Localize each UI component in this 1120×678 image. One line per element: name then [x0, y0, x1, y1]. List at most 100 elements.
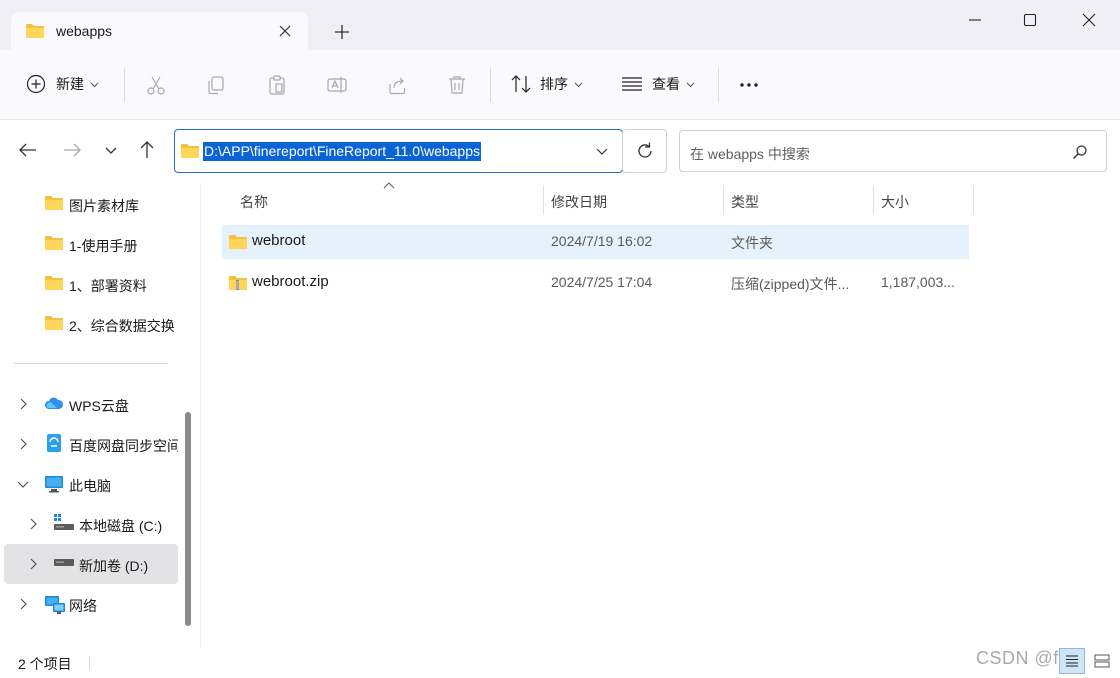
tab-webapps[interactable]: webapps	[11, 12, 308, 50]
chevron-right-icon[interactable]	[19, 438, 27, 450]
close-tab-icon[interactable]	[276, 22, 294, 40]
nav-item-label: 百度网盘同步空间	[69, 438, 178, 454]
close-icon	[1082, 13, 1096, 27]
address-path[interactable]: D:\APP\finereport\FineReport_11.0\webapp…	[203, 142, 482, 161]
network-icon	[45, 596, 65, 614]
column-header-name[interactable]: 名称	[222, 185, 543, 215]
recent-locations-icon[interactable]	[99, 138, 123, 162]
chevron-right-icon[interactable]	[19, 598, 27, 610]
file-name: webroot.zip	[252, 273, 329, 290]
chevron-right-icon[interactable]	[29, 558, 37, 570]
forward-icon[interactable]	[60, 138, 84, 162]
maximize-button[interactable]	[1001, 0, 1059, 40]
minimize-icon	[969, 19, 981, 21]
up-icon[interactable]	[135, 138, 159, 162]
folder-icon	[26, 24, 44, 38]
close-window-button[interactable]	[1060, 0, 1118, 40]
chevron-down-icon	[90, 82, 99, 87]
column-header-label: 类型	[731, 194, 759, 210]
column-header-type[interactable]: 类型	[724, 185, 873, 215]
refresh-button[interactable]	[622, 129, 667, 173]
new-button[interactable]: 新建	[26, 66, 99, 102]
chevron-down-icon[interactable]	[596, 146, 608, 156]
command-bar: 新建 排序 查看	[0, 50, 1120, 120]
paste-icon[interactable]	[266, 74, 288, 96]
column-header-date[interactable]: 修改日期	[544, 185, 723, 215]
new-tab-icon[interactable]	[330, 20, 354, 44]
nav-item-label: 此电脑	[69, 478, 111, 494]
zip-folder-icon	[229, 276, 247, 290]
sort-label: 排序	[540, 76, 568, 92]
view-button[interactable]: 查看	[621, 66, 695, 102]
system-drive-icon	[54, 514, 74, 530]
tab-title: webapps	[56, 23, 113, 39]
column-divider[interactable]	[973, 185, 974, 215]
nav-item-network[interactable]: 网络	[0, 584, 180, 624]
nav-item-baidu-netdisk[interactable]: 百度网盘同步空间	[0, 424, 180, 464]
nav-item-quick-access[interactable]: 1-使用手册	[0, 224, 180, 264]
delete-icon[interactable]	[446, 74, 468, 96]
search-icon[interactable]	[1072, 144, 1088, 160]
navigation-pane: 图片素材库 1-使用手册 1、部署资料 2、综合数据交换 WPS云盘 百度网盘同…	[0, 183, 200, 648]
baidu-netdisk-icon	[47, 434, 61, 452]
toolbar-divider	[490, 68, 491, 102]
cut-icon[interactable]	[145, 74, 167, 96]
nav-item-label: 新加卷 (D:)	[79, 558, 149, 574]
address-bar[interactable]: D:\APP\finereport\FineReport_11.0\webapp…	[174, 129, 623, 173]
sort-icon	[511, 75, 531, 93]
folder-icon	[181, 144, 199, 158]
nav-item-label: 本地磁盘 (C:)	[79, 518, 163, 534]
nav-item-label: 图片素材库	[69, 198, 139, 214]
nav-item-drive-c[interactable]: 本地磁盘 (C:)	[0, 504, 180, 544]
folder-icon	[45, 236, 63, 250]
rename-icon[interactable]	[326, 74, 348, 96]
copy-icon[interactable]	[205, 74, 227, 96]
refresh-icon	[638, 142, 652, 158]
chevron-right-icon[interactable]	[19, 398, 27, 410]
nav-item-this-pc[interactable]: 此电脑	[0, 464, 180, 504]
nav-item-label: 1-使用手册	[69, 238, 138, 254]
drive-icon	[54, 559, 74, 566]
folder-icon	[45, 276, 63, 290]
search-placeholder: 在 webapps 中搜索	[690, 146, 810, 162]
folder-icon	[45, 196, 63, 210]
more-options-icon[interactable]	[738, 74, 760, 96]
view-list-icon	[622, 77, 642, 91]
details-view-icon	[1066, 655, 1078, 667]
file-size: 1,187,003...	[881, 274, 955, 290]
chevron-right-icon[interactable]	[29, 518, 37, 530]
minimize-button[interactable]	[946, 0, 1004, 40]
column-header-size[interactable]: 大小	[874, 185, 973, 215]
share-icon[interactable]	[386, 74, 408, 96]
nav-scrollbar[interactable]	[185, 412, 191, 626]
file-row[interactable]: webroot 2024/7/19 16:02 文件夹	[222, 225, 969, 259]
nav-item-quick-access[interactable]: 图片素材库	[0, 184, 180, 224]
file-type: 压缩(zipped)文件...	[731, 276, 850, 292]
chevron-down-icon	[686, 82, 695, 87]
search-box[interactable]: 在 webapps 中搜索	[679, 130, 1107, 172]
column-header-label: 修改日期	[551, 194, 607, 210]
sort-button[interactable]: 排序	[510, 66, 583, 102]
chevron-down-icon	[574, 82, 583, 87]
pane-splitter[interactable]	[200, 183, 201, 648]
file-date: 2024/7/25 17:04	[551, 274, 653, 290]
folder-icon	[45, 316, 63, 330]
column-header-label: 名称	[240, 194, 268, 210]
chevron-down-icon[interactable]	[17, 480, 29, 488]
nav-item-drive-d[interactable]: 新加卷 (D:)	[4, 544, 178, 584]
nav-item-wps-cloud[interactable]: WPS云盘	[0, 384, 180, 424]
folder-icon	[229, 235, 247, 249]
details-view-button[interactable]	[1059, 648, 1085, 674]
tiles-view-button[interactable]	[1089, 648, 1115, 674]
maximize-icon	[1023, 13, 1037, 27]
status-divider	[89, 656, 90, 670]
file-row[interactable]: webroot.zip 2024/7/25 17:04 压缩(zipped)文件…	[222, 266, 969, 300]
toolbar-divider	[124, 68, 125, 102]
nav-item-quick-access[interactable]: 1、部署资料	[0, 264, 180, 304]
plus-circle-icon	[26, 74, 46, 94]
status-bar: 2 个项目	[0, 648, 1120, 678]
back-icon[interactable]	[16, 138, 40, 162]
item-count: 2 个项目	[18, 656, 72, 672]
title-bar: webapps	[0, 0, 1120, 50]
nav-item-quick-access[interactable]: 2、综合数据交换	[0, 304, 180, 344]
